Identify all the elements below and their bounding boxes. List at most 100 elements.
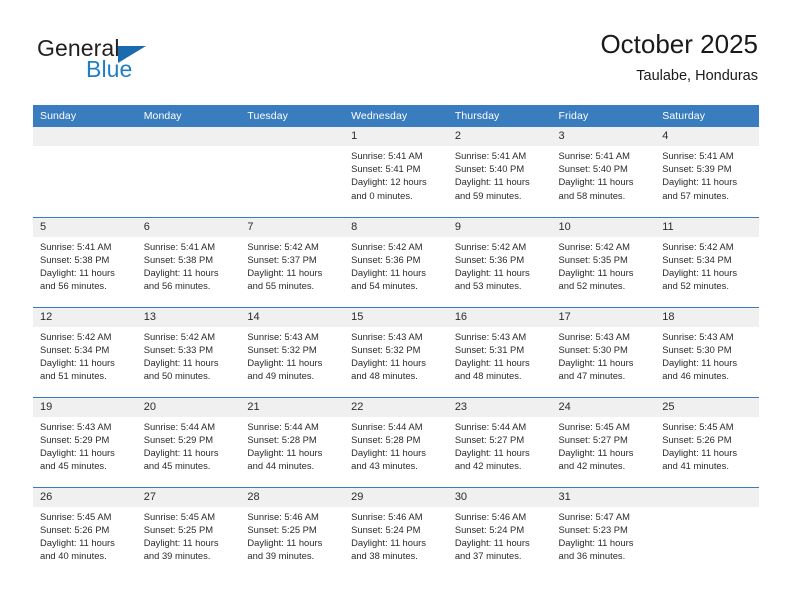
- day-number: 16: [447, 307, 552, 327]
- sunrise-text: Sunrise: 5:43 AM: [247, 330, 319, 342]
- daylight-text: Daylight: 11 hours and 52 minutes.: [662, 266, 738, 292]
- sunset-text: Sunset: 5:24 PM: [454, 523, 525, 535]
- day-number: 2: [447, 127, 552, 146]
- day-sun-info: Sunrise: 5:44 AM Sunset: 5:27 PM Daylight:…: [448, 417, 552, 473]
- calendar-day-cell[interactable]: 11 Sunrise: 5:42 AM Sunset: 5:34 PM Dayligh…: [655, 217, 759, 308]
- daylight-text: Daylight: 11 hours and 53 minutes.: [454, 266, 530, 292]
- sunrise-text: Sunrise: 5:41 AM: [40, 240, 112, 252]
- sunrise-text: Sunrise: 5:41 AM: [454, 150, 527, 161]
- day-sun-info: Sunrise: 5:44 AM Sunset: 5:29 PM Daylight:…: [137, 417, 241, 473]
- calendar-empty-cell: [240, 127, 345, 218]
- sunset-text: Sunset: 5:32 PM: [351, 343, 421, 355]
- calendar-day-cell[interactable]: 7 Sunrise: 5:42 AM Sunset: 5:37 PM Daylight…: [240, 217, 345, 308]
- sunset-text: Sunset: 5:38 PM: [40, 253, 110, 265]
- daylight-text: Daylight: 11 hours and 50 minutes.: [143, 356, 219, 382]
- day-sun-info: Sunrise: 5:42 AM Sunset: 5:35 PM Daylight:…: [552, 237, 656, 293]
- day-number: 14: [240, 307, 345, 327]
- day-number: 20: [136, 397, 241, 417]
- sunset-text: Sunset: 5:41 PM: [351, 163, 421, 175]
- calendar-day-cell[interactable]: 9 Sunrise: 5:42 AM Sunset: 5:36 PM Daylight…: [447, 217, 552, 308]
- day-sun-info: Sunrise: 5:46 AM Sunset: 5:24 PM Daylight:…: [344, 507, 448, 563]
- day-sun-info: Sunrise: 5:44 AM Sunset: 5:28 PM Daylight:…: [240, 417, 344, 473]
- weekday-header-sunday: Sunday: [33, 105, 137, 127]
- daylight-text: Daylight: 11 hours and 54 minutes.: [351, 266, 426, 292]
- calendar-day-cell[interactable]: 13 Sunrise: 5:42 AM Sunset: 5:33 PM Dayligh…: [136, 307, 241, 398]
- calendar-day-cell[interactable]: 2 Sunrise: 5:41 AM Sunset: 5:40 PM Daylight…: [447, 127, 552, 218]
- sunrise-text: Sunrise: 5:41 AM: [143, 240, 216, 252]
- calendar-day-cell[interactable]: 22 Sunrise: 5:44 AM Sunset: 5:28 PM Dayligh…: [344, 397, 448, 488]
- day-number: 8: [344, 217, 448, 237]
- sunrise-text: Sunrise: 5:45 AM: [662, 420, 734, 432]
- day-sun-info: Sunrise: 5:41 AM Sunset: 5:40 PM Daylight:…: [552, 146, 656, 202]
- day-number: 19: [33, 397, 137, 417]
- sunset-text: Sunset: 5:35 PM: [558, 253, 628, 265]
- sunrise-text: Sunrise: 5:44 AM: [143, 420, 216, 432]
- day-sun-info: Sunrise: 5:42 AM Sunset: 5:36 PM Daylight:…: [344, 237, 448, 293]
- calendar-day-cell[interactable]: 23 Sunrise: 5:44 AM Sunset: 5:27 PM Dayligh…: [447, 397, 552, 488]
- day-sun-info: Sunrise: 5:43 AM Sunset: 5:31 PM Daylight:…: [448, 327, 552, 383]
- calendar-day-cell[interactable]: 6 Sunrise: 5:41 AM Sunset: 5:38 PM Daylight…: [136, 217, 241, 308]
- sunrise-text: Sunrise: 5:46 AM: [247, 510, 319, 522]
- page-subtitle: Taulabe, Honduras: [636, 68, 758, 84]
- calendar-day-cell[interactable]: 24 Sunrise: 5:45 AM Sunset: 5:27 PM Dayligh…: [551, 397, 656, 488]
- calendar-day-cell[interactable]: 15 Sunrise: 5:43 AM Sunset: 5:32 PM Dayligh…: [344, 307, 448, 398]
- calendar-day-cell[interactable]: 28 Sunrise: 5:46 AM Sunset: 5:25 PM Dayligh…: [240, 487, 345, 577]
- calendar-day-cell[interactable]: 10 Sunrise: 5:42 AM Sunset: 5:35 PM Dayligh…: [551, 217, 656, 308]
- day-sun-info: Sunrise: 5:43 AM Sunset: 5:32 PM Daylight:…: [344, 327, 448, 383]
- day-number: 1: [344, 127, 448, 146]
- sunrise-text: Sunrise: 5:43 AM: [351, 330, 423, 342]
- day-number: 10: [551, 217, 656, 237]
- day-number: 13: [136, 307, 241, 327]
- sunrise-text: Sunrise: 5:44 AM: [454, 420, 527, 432]
- calendar-day-cell[interactable]: 12 Sunrise: 5:42 AM Sunset: 5:34 PM Dayligh…: [33, 307, 137, 398]
- daylight-text: Daylight: 11 hours and 57 minutes.: [662, 176, 738, 201]
- calendar-week-row: 1 Sunrise: 5:41 AM Sunset: 5:41 PM Daylight…: [33, 127, 759, 218]
- daylight-text: Daylight: 11 hours and 55 minutes.: [247, 266, 323, 292]
- calendar-day-cell[interactable]: 30 Sunrise: 5:46 AM Sunset: 5:24 PM Dayligh…: [447, 487, 552, 577]
- calendar-day-cell[interactable]: 25 Sunrise: 5:45 AM Sunset: 5:26 PM Dayligh…: [655, 397, 759, 488]
- sunset-text: Sunset: 5:32 PM: [247, 343, 317, 355]
- daylight-text: Daylight: 11 hours and 49 minutes.: [247, 356, 323, 382]
- sunrise-text: Sunrise: 5:45 AM: [558, 420, 630, 432]
- daylight-text: Daylight: 11 hours and 39 minutes.: [143, 536, 219, 562]
- day-sun-info: Sunrise: 5:45 AM Sunset: 5:25 PM Daylight:…: [137, 507, 241, 563]
- calendar-day-cell[interactable]: 1 Sunrise: 5:41 AM Sunset: 5:41 PM Daylight…: [344, 127, 448, 218]
- calendar-body: 1 Sunrise: 5:41 AM Sunset: 5:41 PM Daylight…: [33, 127, 759, 577]
- sunset-text: Sunset: 5:40 PM: [454, 163, 525, 175]
- calendar-day-cell[interactable]: 20 Sunrise: 5:44 AM Sunset: 5:29 PM Dayligh…: [136, 397, 241, 488]
- calendar-day-cell[interactable]: 27 Sunrise: 5:45 AM Sunset: 5:25 PM Dayligh…: [136, 487, 241, 577]
- brand-logo[interactable]: General Blue: [34, 34, 264, 94]
- day-sun-info: Sunrise: 5:45 AM Sunset: 5:27 PM Daylight:…: [552, 417, 656, 473]
- daylight-text: Daylight: 11 hours and 38 minutes.: [351, 536, 426, 562]
- calendar-day-cell[interactable]: 8 Sunrise: 5:42 AM Sunset: 5:36 PM Daylight…: [344, 217, 448, 308]
- day-number: [136, 127, 241, 146]
- weekday-header-tuesday: Tuesday: [240, 105, 345, 127]
- sunset-text: Sunset: 5:34 PM: [662, 253, 732, 265]
- sunset-text: Sunset: 5:36 PM: [351, 253, 421, 265]
- calendar-day-cell[interactable]: 4 Sunrise: 5:41 AM Sunset: 5:39 PM Daylight…: [655, 127, 759, 218]
- calendar-day-cell[interactable]: 21 Sunrise: 5:44 AM Sunset: 5:28 PM Dayligh…: [240, 397, 345, 488]
- day-sun-info: Sunrise: 5:41 AM Sunset: 5:41 PM Daylight:…: [344, 146, 448, 202]
- sunrise-text: Sunrise: 5:43 AM: [454, 330, 527, 342]
- calendar-day-cell[interactable]: 19 Sunrise: 5:43 AM Sunset: 5:29 PM Dayligh…: [33, 397, 137, 488]
- calendar-day-cell[interactable]: 17 Sunrise: 5:43 AM Sunset: 5:30 PM Dayligh…: [551, 307, 656, 398]
- calendar-day-cell[interactable]: 31 Sunrise: 5:47 AM Sunset: 5:23 PM Dayligh…: [551, 487, 656, 577]
- sunrise-text: Sunrise: 5:42 AM: [662, 240, 734, 252]
- daylight-text: Daylight: 11 hours and 42 minutes.: [454, 446, 530, 472]
- calendar-week-row: 19 Sunrise: 5:43 AM Sunset: 5:29 PM Dayligh…: [33, 397, 759, 488]
- calendar-day-cell[interactable]: 5 Sunrise: 5:41 AM Sunset: 5:38 PM Daylight…: [33, 217, 137, 308]
- day-number: [240, 127, 345, 146]
- calendar-day-cell[interactable]: 29 Sunrise: 5:46 AM Sunset: 5:24 PM Dayligh…: [344, 487, 448, 577]
- calendar-day-cell[interactable]: 3 Sunrise: 5:41 AM Sunset: 5:40 PM Daylight…: [551, 127, 656, 218]
- sunset-text: Sunset: 5:30 PM: [662, 343, 732, 355]
- calendar-day-cell[interactable]: 26 Sunrise: 5:45 AM Sunset: 5:26 PM Dayligh…: [33, 487, 137, 577]
- calendar-day-cell[interactable]: 18 Sunrise: 5:43 AM Sunset: 5:30 PM Dayligh…: [655, 307, 759, 398]
- day-sun-info: Sunrise: 5:42 AM Sunset: 5:34 PM Daylight:…: [655, 237, 759, 293]
- calendar-day-cell[interactable]: 14 Sunrise: 5:43 AM Sunset: 5:32 PM Dayligh…: [240, 307, 345, 398]
- day-number: 4: [655, 127, 759, 146]
- sunrise-text: Sunrise: 5:43 AM: [40, 420, 112, 432]
- day-number: 30: [447, 487, 552, 507]
- calendar-day-cell[interactable]: 16 Sunrise: 5:43 AM Sunset: 5:31 PM Dayligh…: [447, 307, 552, 398]
- sunrise-text: Sunrise: 5:45 AM: [40, 510, 112, 522]
- sunrise-text: Sunrise: 5:42 AM: [558, 240, 630, 252]
